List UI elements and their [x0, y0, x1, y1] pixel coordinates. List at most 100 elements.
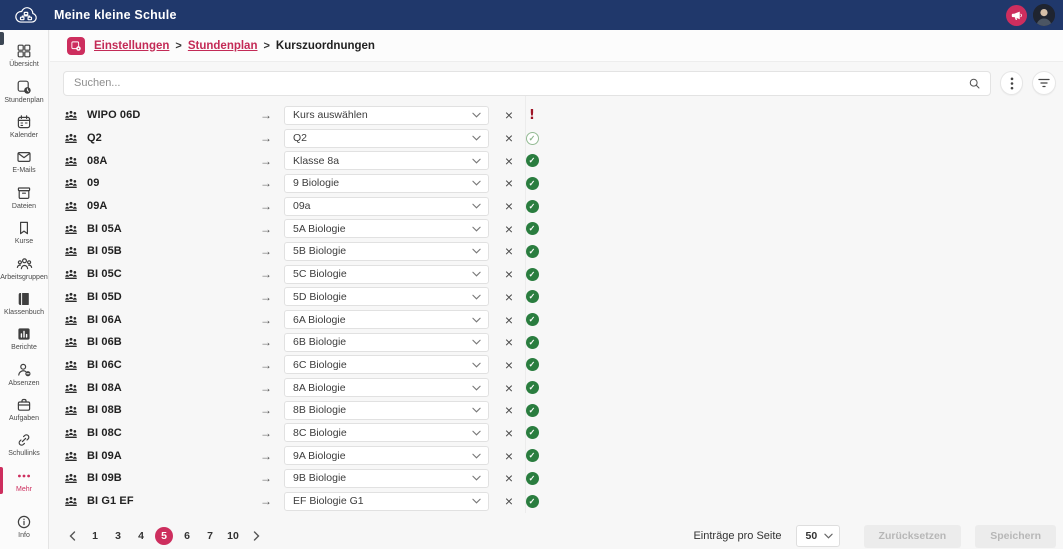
check-circle-icon: ✓: [526, 426, 539, 439]
course-select[interactable]: 6B Biologie: [284, 333, 489, 352]
reset-button[interactable]: Zurücksetzen: [864, 525, 962, 548]
check-circle-icon: ✓: [526, 290, 539, 303]
chevron-down-icon: [472, 453, 488, 459]
course-select[interactable]: 9B Biologie: [284, 469, 489, 488]
chevron-down-icon: [472, 498, 488, 504]
search-input[interactable]: [64, 72, 990, 95]
chevron-down-icon: [472, 475, 488, 481]
table-row: BI 08A → 8A Biologie × ✓: [50, 376, 1063, 399]
remove-mapping-button[interactable]: ×: [501, 403, 517, 417]
check-circle-icon: ✓: [526, 200, 539, 213]
course-select[interactable]: 09a: [284, 197, 489, 216]
table-row: Q2 → Q2 × ✓: [50, 127, 1063, 150]
course-select[interactable]: 9A Biologie: [284, 446, 489, 465]
sidebar-item-label: Klassenbuch: [4, 309, 44, 316]
course-select[interactable]: Klasse 8a: [284, 151, 489, 170]
filter-button[interactable]: [1032, 71, 1056, 95]
per-page-select[interactable]: 50: [796, 525, 840, 547]
remove-mapping-button[interactable]: ×: [501, 471, 517, 485]
selected-course: EF Biologie G1: [285, 495, 472, 507]
people-group-icon: [63, 427, 79, 439]
status-icon: ✓: [524, 268, 540, 281]
sidebar-item-label: Mehr: [16, 486, 32, 493]
course-select[interactable]: 6A Biologie: [284, 310, 489, 329]
course-select[interactable]: Kurs auswählen: [284, 106, 489, 125]
sidebar-item-klassenbuch[interactable]: Klassenbuch: [0, 286, 48, 321]
selected-course: 6C Biologie: [285, 359, 472, 371]
sidebar-item-mehr[interactable]: Mehr: [0, 463, 48, 498]
remove-mapping-button[interactable]: ×: [501, 494, 517, 508]
sidebar-item-stundenplan[interactable]: Stundenplan: [0, 73, 48, 108]
remove-mapping-button[interactable]: ×: [501, 199, 517, 213]
sidebar-item-kalender[interactable]: Kalender: [0, 109, 48, 144]
sidebar-item-info[interactable]: Info: [0, 509, 48, 544]
remove-mapping-button[interactable]: ×: [501, 381, 517, 395]
sidebar-item-aufgaben[interactable]: Aufgaben: [0, 392, 48, 427]
course-select[interactable]: 5B Biologie: [284, 242, 489, 261]
page-button-5[interactable]: 5: [155, 527, 173, 545]
remove-mapping-button[interactable]: ×: [501, 449, 517, 463]
page-button-6[interactable]: 6: [178, 527, 196, 545]
course-select[interactable]: Q2: [284, 129, 489, 148]
course-select[interactable]: 5D Biologie: [284, 287, 489, 306]
breadcrumb-separator: >: [263, 40, 269, 52]
user-avatar[interactable]: [1033, 4, 1055, 26]
breadcrumb: Einstellungen > Stundenplan > Kurszuordn…: [50, 30, 1063, 62]
mail-icon: [16, 149, 32, 165]
selected-course: 5C Biologie: [285, 268, 472, 280]
announcements-button[interactable]: [1006, 5, 1027, 26]
sidebar-item-dateien[interactable]: Dateien: [0, 180, 48, 215]
page-button-4[interactable]: 4: [132, 527, 150, 545]
course-select[interactable]: 8C Biologie: [284, 423, 489, 442]
sidebar-item-label: Kalender: [10, 132, 38, 139]
page-button-1[interactable]: 1: [86, 527, 104, 545]
remove-mapping-button[interactable]: ×: [501, 313, 517, 327]
remove-mapping-button[interactable]: ×: [501, 244, 517, 258]
sidebar-item-e-mails[interactable]: E-Mails: [0, 144, 48, 179]
course-select[interactable]: 5C Biologie: [284, 265, 489, 284]
page-button-7[interactable]: 7: [201, 527, 219, 545]
course-select[interactable]: 8A Biologie: [284, 378, 489, 397]
save-button[interactable]: Speichern: [975, 525, 1056, 548]
check-circle-icon: ✓: [526, 404, 539, 417]
remove-mapping-button[interactable]: ×: [501, 131, 517, 145]
remove-mapping-button[interactable]: ×: [501, 154, 517, 168]
sidebar-item-absenzen[interactable]: Absenzen: [0, 357, 48, 392]
sidebar-item-schullinks[interactable]: Schullinks: [0, 427, 48, 462]
remove-mapping-button[interactable]: ×: [501, 222, 517, 236]
more-options-button[interactable]: [1000, 71, 1024, 95]
breadcrumb-link-stundenplan[interactable]: Stundenplan: [188, 40, 258, 52]
course-select[interactable]: 9 Biologie: [284, 174, 489, 193]
remove-mapping-button[interactable]: ×: [501, 108, 517, 122]
remove-mapping-button[interactable]: ×: [501, 290, 517, 304]
sidebar-item-berichte[interactable]: Berichte: [0, 321, 48, 356]
remove-mapping-button[interactable]: ×: [501, 358, 517, 372]
remove-mapping-button[interactable]: ×: [501, 176, 517, 190]
sidebar-item-label: Schullinks: [8, 450, 40, 457]
sidebar-item-arbeitsgruppen[interactable]: Arbeitsgruppen: [0, 250, 48, 285]
breadcrumb-link-einstellungen[interactable]: Einstellungen: [94, 40, 169, 52]
selected-course: 5A Biologie: [285, 223, 472, 235]
page-button-3[interactable]: 3: [109, 527, 127, 545]
course-name: Q2: [87, 132, 260, 144]
next-page-button[interactable]: [247, 527, 265, 545]
error-exclamation-icon: !: [529, 108, 535, 123]
remove-mapping-button[interactable]: ×: [501, 335, 517, 349]
status-icon: ✓: [524, 404, 540, 417]
remove-mapping-button[interactable]: ×: [501, 426, 517, 440]
prev-page-button[interactable]: [63, 527, 81, 545]
sidebar-item--bersicht[interactable]: Übersicht: [0, 38, 48, 73]
course-select[interactable]: 6C Biologie: [284, 355, 489, 374]
course-select[interactable]: EF Biologie G1: [284, 492, 489, 511]
chevron-down-icon: [472, 226, 488, 232]
course-select[interactable]: 5A Biologie: [284, 219, 489, 238]
briefcase-icon: [16, 397, 32, 413]
schedule-clock-icon: [16, 79, 32, 95]
selected-course: 5B Biologie: [285, 245, 472, 257]
sidebar-item-kurse[interactable]: Kurse: [0, 215, 48, 250]
book-icon: [16, 291, 32, 307]
page-button-10[interactable]: 10: [224, 527, 242, 545]
people-group-icon: [16, 256, 33, 272]
course-select[interactable]: 8B Biologie: [284, 401, 489, 420]
remove-mapping-button[interactable]: ×: [501, 267, 517, 281]
